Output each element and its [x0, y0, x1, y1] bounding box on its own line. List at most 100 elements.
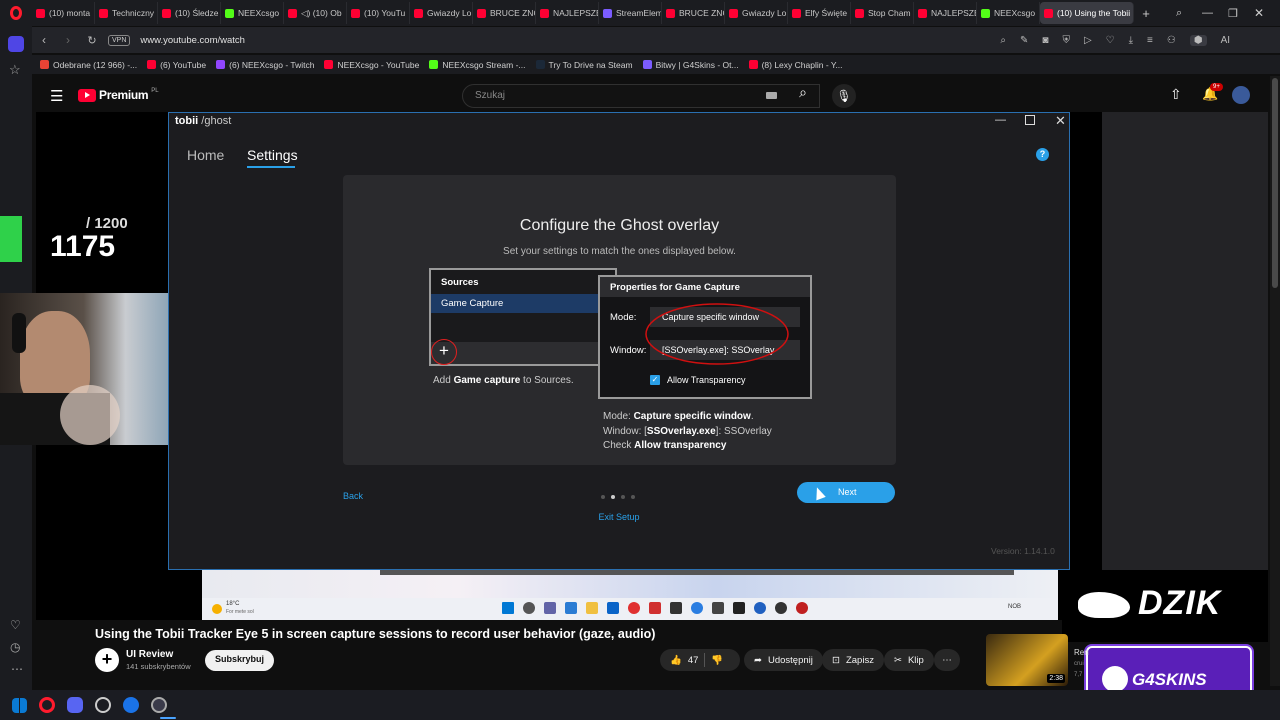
tab-search-icon[interactable]: ⌕	[1176, 7, 1202, 20]
logo-region: PL	[151, 88, 159, 94]
save-button[interactable]: ⊡ Zapisz	[822, 649, 884, 671]
camera-icon[interactable]: ◙	[1042, 35, 1048, 46]
hamburger-icon[interactable]: ☰	[50, 87, 63, 105]
edit-icon[interactable]: ✎	[1020, 35, 1028, 46]
transparency-checkbox[interactable]: ✓	[650, 375, 660, 385]
recommended-thumbnail[interactable]: 2:38	[986, 634, 1068, 686]
tab-label: BRUCE ZNC	[490, 8, 536, 18]
video-progress[interactable]	[380, 570, 1014, 575]
back-link[interactable]: Back	[343, 491, 363, 501]
search-button[interactable]: ⌕	[789, 84, 817, 108]
browser-tab[interactable]: NEEXcsgo	[977, 2, 1040, 24]
browser-tab[interactable]: Techniczny	[95, 2, 158, 24]
reload-icon[interactable]: ↻	[80, 34, 104, 47]
extension-icon[interactable]: ⬢	[1189, 34, 1207, 46]
add-source-button[interactable]: +	[431, 339, 457, 365]
recommended-title[interactable]: Ren	[1074, 648, 1089, 657]
browser-tab[interactable]: NEEXcsgo	[221, 2, 284, 24]
browser-tab[interactable]: NAJLEPSZE	[914, 2, 977, 24]
search-icon[interactable]: ⌕	[1000, 35, 1006, 46]
share-button[interactable]: ➦ Udostępnij	[744, 649, 823, 671]
next-button[interactable]: Next	[797, 482, 895, 503]
bookmark-item[interactable]: (6) NEEXcsgo - Twitch	[216, 60, 314, 70]
browser-tab[interactable]: StreamElem	[599, 2, 662, 24]
discord-icon[interactable]	[67, 697, 83, 713]
browser-tab[interactable]: NAJLEPSZE	[536, 2, 599, 24]
star-icon[interactable]: ☆	[9, 62, 21, 78]
bookmark-label: Try To Drive na Steam	[548, 59, 633, 70]
window-close-icon[interactable]: ✕	[1055, 113, 1066, 129]
scrollbar[interactable]	[1270, 76, 1280, 686]
clip-button[interactable]: ✂ Klip	[884, 649, 934, 671]
nav-settings[interactable]: Settings	[247, 147, 298, 163]
close-icon[interactable]: ✕	[1254, 6, 1280, 20]
browser-tab[interactable]: Stop Cham	[851, 2, 914, 24]
bookmark-item[interactable]: NEEXcsgo - YouTube	[324, 60, 419, 70]
keyboard-icon[interactable]	[766, 92, 777, 99]
download-icon[interactable]: ⤓	[1129, 35, 1133, 46]
browser-tab[interactable]: (10) Using the Tobii	[1040, 2, 1134, 24]
sources-item[interactable]: Game Capture	[431, 294, 615, 313]
like-icon[interactable]: 👍	[670, 655, 682, 666]
obs-icon[interactable]	[151, 697, 167, 713]
window-maximize-icon[interactable]	[1025, 115, 1035, 125]
more-icon[interactable]: ⋯	[11, 662, 23, 676]
upload-icon[interactable]: ⇧	[1170, 86, 1182, 103]
heart-icon[interactable]: ♡	[10, 618, 21, 632]
nav-home[interactable]: Home	[187, 147, 224, 163]
settings-icon[interactable]	[95, 697, 111, 713]
mic-icon[interactable]: 🎙	[832, 84, 856, 108]
youtube-logo[interactable]: Premium PL	[78, 88, 159, 102]
back-icon[interactable]: ‹	[32, 33, 56, 47]
bookmark-item[interactable]: (6) YouTube	[147, 60, 206, 70]
bookmark-item[interactable]: Bitwy | G4Skins - Ot...	[642, 60, 739, 70]
bookmark-item[interactable]: Try To Drive na Steam	[535, 59, 633, 70]
subscribe-button[interactable]: Subskrybuj	[205, 650, 275, 671]
home-icon[interactable]	[8, 36, 24, 52]
sources-item-label: Game Capture	[441, 298, 504, 309]
heart-icon[interactable]: ♡	[1106, 35, 1115, 46]
browser-tab[interactable]: Gwiazdy Lo	[725, 2, 788, 24]
browser-tab[interactable]: ◁) (10) Ob	[284, 2, 347, 24]
bookmark-item[interactable]: Odebrane (12 966) -...	[40, 60, 137, 70]
browser-tab[interactable]: (10) Śledze	[158, 2, 221, 24]
bookmark-item[interactable]: NEEXcsgo Stream -...	[429, 60, 526, 70]
properties-title: Properties for Game Capture	[610, 282, 740, 293]
vpn-badge[interactable]: VPN	[108, 34, 131, 46]
browser-tab[interactable]: Elfy Święte	[788, 2, 851, 24]
history-icon[interactable]: ◷	[10, 640, 20, 654]
browser-tab[interactable]: BRUCE ZNC	[473, 2, 536, 24]
windows-start-icon[interactable]	[12, 697, 27, 713]
maximize-icon[interactable]: ❐	[1228, 7, 1254, 20]
play-icon[interactable]: ▷	[1084, 35, 1092, 46]
url-field[interactable]: www.youtube.com/watch	[140, 35, 1000, 46]
browser-tab[interactable]: (10) YouTu	[347, 2, 410, 24]
opera-logo[interactable]	[0, 0, 32, 26]
browser-tab[interactable]: BRUCE ZNC	[662, 2, 725, 24]
avatar[interactable]	[1232, 86, 1250, 104]
more-actions-button[interactable]: ⋯	[934, 649, 960, 671]
dislike-icon[interactable]: 👎	[711, 655, 723, 666]
menu-icon[interactable]: ≡	[1147, 35, 1153, 46]
channel-avatar[interactable]: +	[95, 648, 119, 672]
bookmarks-bar: Odebrane (12 966) -... (6) YouTube (6) NEE…	[32, 55, 1280, 74]
browser-tab[interactable]: (10) monta	[32, 2, 95, 24]
chrome-icon[interactable]	[123, 697, 139, 713]
browser-tab[interactable]: Gwiazdy Lo	[410, 2, 473, 24]
help-icon[interactable]: ?	[1036, 148, 1049, 161]
exit-setup-link[interactable]: Exit Setup	[569, 512, 669, 522]
opera-taskbar-icon[interactable]	[39, 697, 55, 713]
window-minimize-icon[interactable]: —	[995, 114, 1006, 126]
profile-icon[interactable]: ⚇	[1167, 35, 1176, 46]
channel-name[interactable]: UI Review	[126, 649, 173, 660]
tab-favicon-icon	[225, 8, 234, 18]
ai-button[interactable]: AI	[1221, 35, 1230, 46]
weather-icon	[212, 604, 222, 614]
bookmark-favicon-icon	[324, 60, 334, 69]
minimize-icon[interactable]: —	[1202, 7, 1228, 19]
new-tab-button[interactable]: +	[1138, 6, 1154, 21]
forward-icon[interactable]: ›	[56, 33, 80, 47]
bookmark-item[interactable]: (8) Lexy Chaplin - Y...	[748, 60, 843, 70]
sources-panel: Sources Game Capture	[429, 268, 617, 366]
shield-icon[interactable]: ⛨	[1062, 35, 1070, 46]
